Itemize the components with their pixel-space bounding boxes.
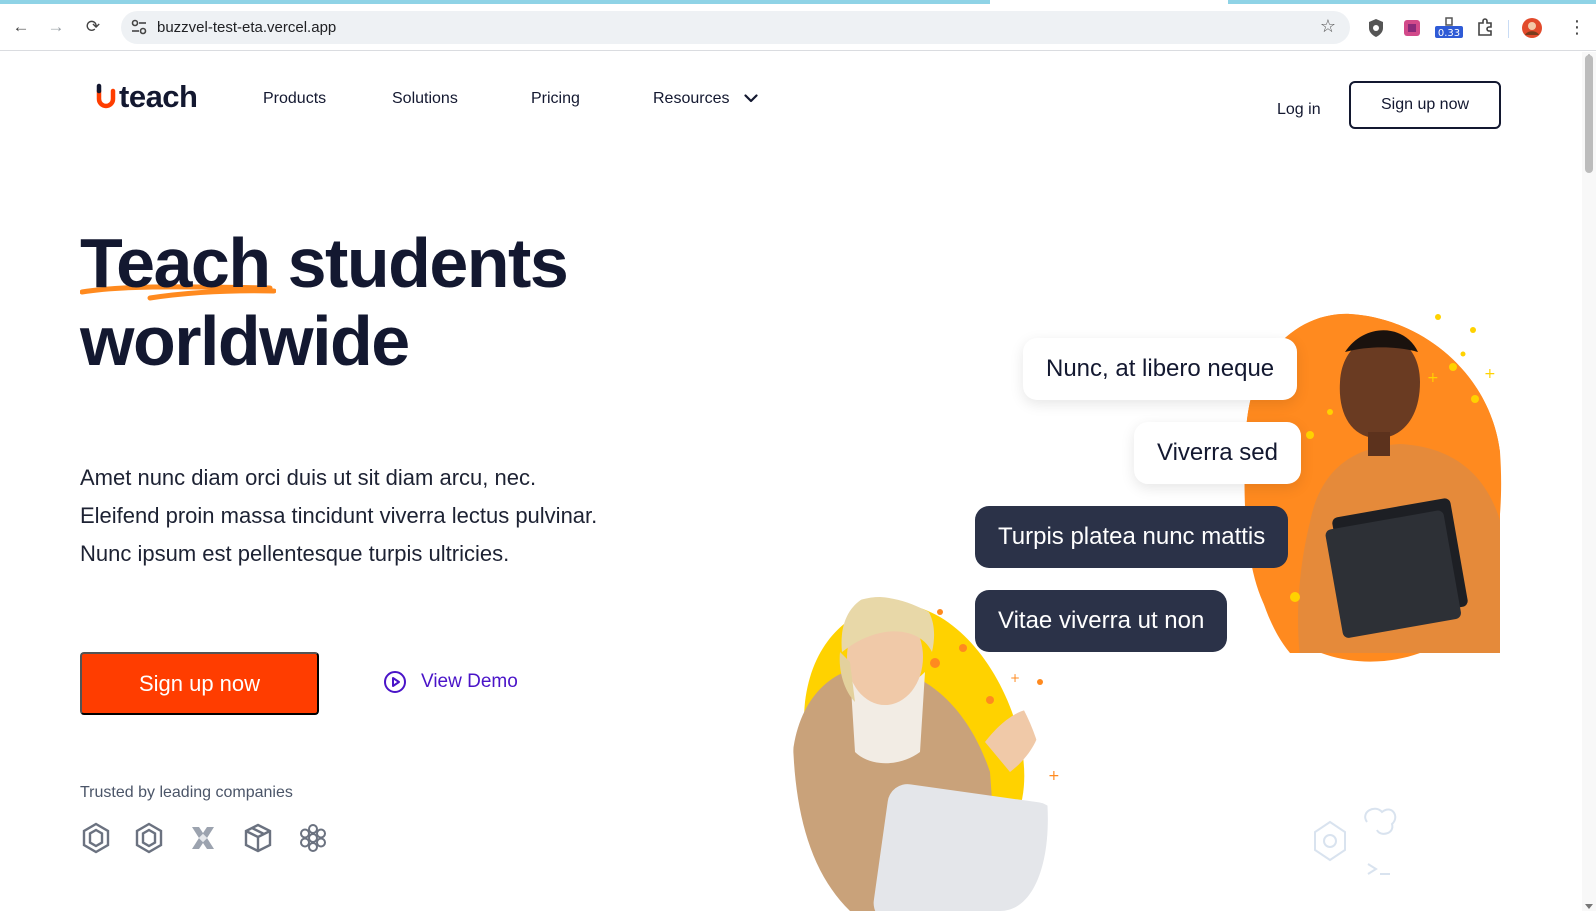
svg-text:+: +: [1048, 768, 1060, 784]
chat-bubble-1: Nunc, at libero neque: [1023, 338, 1298, 400]
svg-text:+: +: [1427, 370, 1439, 386]
company-hexagon-logo-2: [135, 822, 163, 854]
hero-headline: Teach students worldwide: [80, 224, 569, 380]
chevron-down-icon: [744, 94, 758, 103]
back-icon[interactable]: ←: [10, 16, 32, 38]
forward-icon[interactable]: →: [45, 16, 67, 38]
extension-shield-icon[interactable]: [1365, 17, 1387, 39]
nav-solutions[interactable]: Solutions: [392, 90, 458, 108]
hero-description-line-2: Eleifend proin massa tincidunt viverra l…: [80, 503, 598, 528]
browser-toolbar: ← → ⟳ buzzvel-test-eta.vercel.app ☆ 0.33…: [0, 4, 1596, 51]
hero-description-line-3: Nunc ipsum est pellentesque turpis ultri…: [80, 541, 510, 566]
login-link[interactable]: Log in: [1277, 101, 1321, 119]
svg-text:0.33: 0.33: [1438, 28, 1460, 39]
page-scrollbar[interactable]: [1582, 52, 1596, 911]
site-settings-icon[interactable]: [129, 17, 149, 37]
nav-resources[interactable]: Resources: [653, 90, 758, 108]
extension-counter-icon[interactable]: 0.33: [1434, 17, 1464, 39]
company-flower-logo: [300, 824, 326, 852]
hero-description: Amet nunc diam orci duis ut sit diam arc…: [80, 459, 680, 573]
faint-decorations: [1314, 807, 1397, 875]
reload-icon[interactable]: ⟳: [82, 16, 104, 38]
svg-text:+: +: [1484, 366, 1496, 382]
chat-bubble-4: Vitae viverra ut non: [975, 590, 1228, 652]
view-demo-link[interactable]: View Demo: [383, 670, 518, 694]
hero-description-line-1: Amet nunc diam orci duis ut sit diam arc…: [80, 465, 537, 490]
logo-mark-icon: [96, 83, 116, 109]
headline-worldwide: worldwide: [80, 302, 410, 380]
logo-text: teach: [119, 79, 198, 114]
extensions-puzzle-icon[interactable]: [1474, 17, 1496, 39]
logo[interactable]: teach: [94, 79, 198, 115]
nav-resources-label: Resources: [653, 90, 730, 107]
signup-nav-button[interactable]: Sign up now: [1349, 81, 1501, 129]
chat-bubble-3: Turpis platea nunc mattis: [975, 506, 1289, 568]
company-hexagon-logo: [82, 822, 110, 854]
address-bar[interactable]: buzzvel-test-eta.vercel.app ☆: [121, 11, 1350, 44]
web-page: + + + + teach Products Solutions Pricing…: [0, 52, 1596, 911]
headline-highlight: Teach: [80, 224, 276, 302]
url-text[interactable]: buzzvel-test-eta.vercel.app: [157, 19, 336, 36]
sparkles: + +: [1290, 314, 1496, 602]
company-cross-logo: [192, 827, 214, 849]
company-cube-logo: [244, 823, 272, 853]
profile-avatar[interactable]: [1521, 17, 1543, 39]
signup-hero-button[interactable]: Sign up now: [80, 652, 319, 715]
extension-cube-icon[interactable]: [1401, 17, 1423, 39]
view-demo-label: View Demo: [421, 671, 518, 692]
headline-teach: Teach: [80, 224, 271, 302]
nav-products[interactable]: Products: [263, 90, 326, 108]
bookmark-star-icon[interactable]: ☆: [1320, 16, 1336, 37]
nav-pricing[interactable]: Pricing: [531, 90, 580, 108]
chat-bubble-2: Viverra sed: [1134, 422, 1301, 484]
play-circle-icon: [384, 671, 406, 693]
scrollbar-thumb[interactable]: [1585, 55, 1593, 173]
scroll-down-arrow-icon[interactable]: [1585, 904, 1593, 909]
trusted-by-label: Trusted by leading companies: [80, 784, 293, 801]
headline-students: students: [287, 224, 569, 302]
svg-text:+: +: [1010, 671, 1020, 685]
browser-menu-icon[interactable]: ⋮: [1568, 16, 1586, 38]
toolbar-divider: [1508, 20, 1509, 38]
